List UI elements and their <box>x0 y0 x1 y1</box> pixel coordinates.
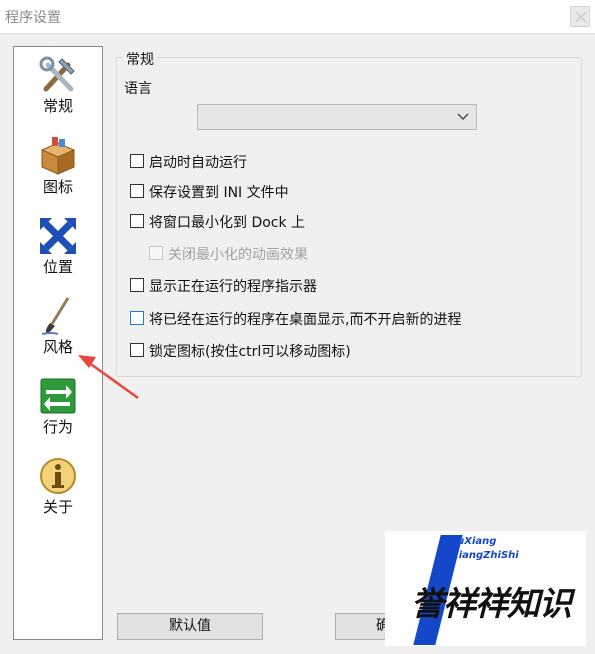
paintbrush-icon <box>41 297 70 335</box>
sidebar-item-label: 行为 <box>42 418 73 436</box>
default-button[interactable]: 默认值 <box>117 613 263 640</box>
disable-animation-checkbox <box>149 246 163 260</box>
tools-icon <box>39 56 75 92</box>
option-label: 锁定图标(按住ctrl可以移动图标) <box>149 344 351 360</box>
sidebar-item-position[interactable]: 位置 <box>14 210 102 286</box>
language-dropdown[interactable] <box>197 104 477 130</box>
lock-icons-checkbox[interactable] <box>130 343 144 357</box>
window-title: 程序设置 <box>5 10 61 26</box>
minimize-to-dock-checkbox[interactable] <box>130 214 144 228</box>
language-label: 语言 <box>124 81 152 97</box>
group-title: 常规 <box>123 49 157 69</box>
sidebar-item-label: 位置 <box>42 258 73 276</box>
move-arrows-icon <box>40 218 76 254</box>
sidebar-item-label: 关于 <box>42 498 73 516</box>
watermark-pinyin-1: YuXiang <box>451 536 497 547</box>
close-button[interactable] <box>570 6 590 27</box>
watermark-pinyin-2: XiangZhiShi <box>451 550 519 561</box>
exchange-arrows-icon <box>40 378 76 414</box>
close-icon <box>575 11 587 23</box>
option-label: 启动时自动运行 <box>149 155 247 171</box>
option-label: 关闭最小化的动画效果 <box>168 247 308 263</box>
autostart-checkbox[interactable] <box>130 154 144 168</box>
sidebar-item-label: 风格 <box>42 338 73 356</box>
box-icon <box>40 137 76 175</box>
sidebar-item-label: 常规 <box>42 97 73 115</box>
sidebar-item-behavior[interactable]: 行为 <box>14 370 102 446</box>
option-label: 将窗口最小化到 Dock 上 <box>149 215 306 231</box>
watermark-text: 誉祥祥知识 <box>411 584 572 623</box>
watermark-logo: YuXiang XiangZhiShi 誉祥祥知识 <box>385 531 586 646</box>
sidebar-item-about[interactable]: 关于 <box>14 450 102 526</box>
show-running-checkbox[interactable] <box>130 311 144 325</box>
settings-sidebar: 常规 图标 位置 风格 行为 关于 <box>13 46 103 640</box>
info-icon <box>40 458 76 494</box>
save-ini-checkbox[interactable] <box>130 184 144 198</box>
sidebar-item-label: 图标 <box>42 178 73 196</box>
chevron-down-icon <box>457 113 469 120</box>
sidebar-item-style[interactable]: 风格 <box>14 290 102 366</box>
option-label: 将已经在运行的程序在桌面显示,而不开启新的进程 <box>149 312 462 328</box>
title-bar: 程序设置 <box>0 0 595 34</box>
running-indicator-checkbox[interactable] <box>130 278 144 292</box>
sidebar-item-icons[interactable]: 图标 <box>14 130 102 206</box>
option-label: 显示正在运行的程序指示器 <box>149 279 317 295</box>
option-label: 保存设置到 INI 文件中 <box>149 185 289 201</box>
sidebar-item-general[interactable]: 常规 <box>14 49 102 125</box>
